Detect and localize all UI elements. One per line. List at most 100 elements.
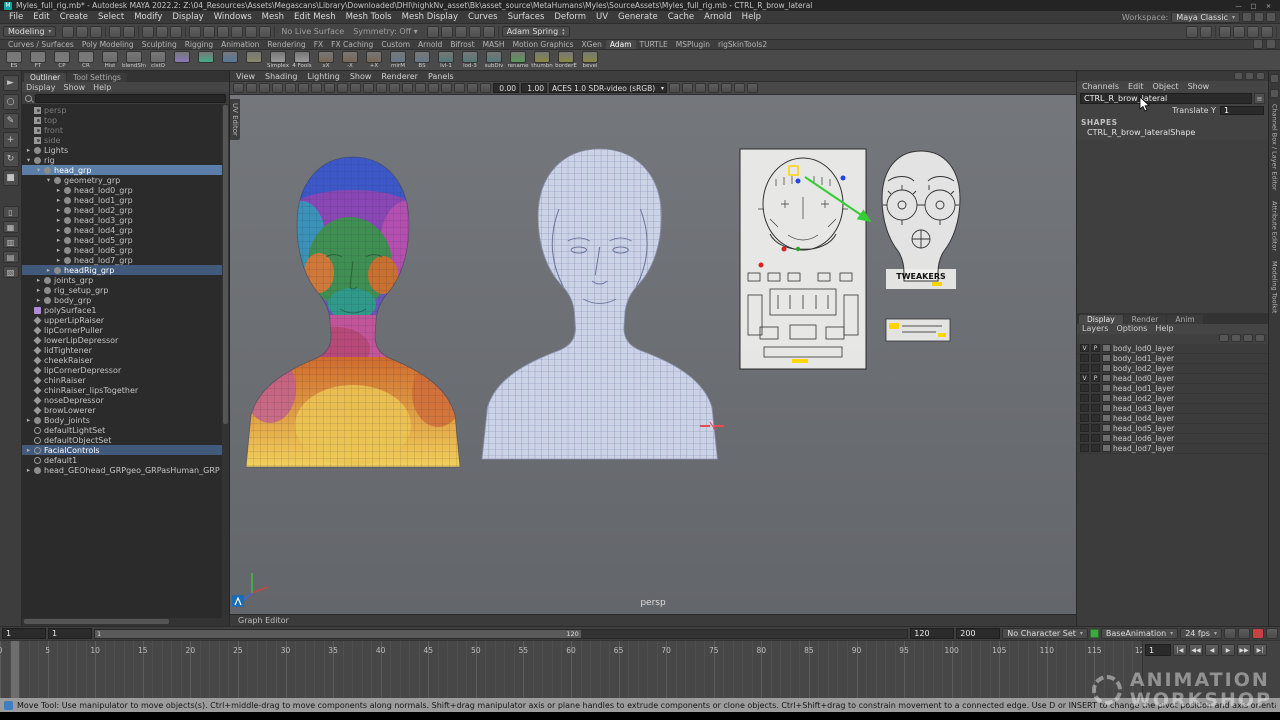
outliner-horizontal-scrollbar[interactable] bbox=[22, 618, 229, 626]
motion-blur-icon[interactable] bbox=[695, 83, 706, 93]
range-end-handle[interactable]: 120 bbox=[564, 630, 580, 638]
outliner-item-head-lod7-grp[interactable]: ▸head_lod7_grp bbox=[22, 255, 222, 265]
viewport-menu-lighting[interactable]: Lighting bbox=[307, 72, 339, 81]
menu-select[interactable]: Select bbox=[93, 12, 129, 22]
outliner-item-top[interactable]: top bbox=[22, 115, 222, 125]
shelf-item-bevel[interactable]: bevel bbox=[579, 51, 601, 69]
layer-color-swatch[interactable] bbox=[1102, 404, 1111, 412]
layer-visibility-toggle[interactable]: V bbox=[1080, 344, 1089, 352]
viewport-menu-view[interactable]: View bbox=[236, 72, 255, 81]
chevron-right-icon[interactable]: ▸ bbox=[24, 416, 33, 424]
layer-row-head-lod2-layer[interactable]: head_lod2_layer bbox=[1077, 394, 1268, 404]
layer-row-body-lod1-layer[interactable]: body_lod1_layer bbox=[1077, 354, 1268, 364]
menu-mesh-tools[interactable]: Mesh Tools bbox=[341, 12, 397, 22]
chevron-right-icon[interactable]: ▸ bbox=[24, 146, 33, 154]
workspace-menu-icon[interactable] bbox=[1266, 12, 1276, 22]
shelf-tab-rendering[interactable]: Rendering bbox=[263, 40, 309, 49]
playback-speed-icon[interactable] bbox=[1224, 628, 1236, 639]
scrollbar-thumb[interactable] bbox=[223, 105, 228, 424]
make-live-icon[interactable] bbox=[259, 26, 271, 38]
menu-mesh[interactable]: Mesh bbox=[257, 12, 289, 22]
grid-toggle-icon[interactable] bbox=[1186, 26, 1198, 38]
outliner-item-head-lod3-grp[interactable]: ▸head_lod3_grp bbox=[22, 215, 222, 225]
outliner-tree[interactable]: persptopfrontside▸Lights▾rig▾head_grp▾ge… bbox=[22, 104, 222, 618]
outliner-item-upperlipraiser[interactable]: upperLipRaiser bbox=[22, 315, 222, 325]
layer-visibility-toggle[interactable]: V bbox=[1080, 374, 1089, 382]
chevron-right-icon[interactable]: ▸ bbox=[24, 466, 33, 474]
shelf-item-icon[interactable] bbox=[171, 51, 193, 69]
paint-selection-tool[interactable]: ✎ bbox=[3, 113, 19, 129]
outliner-item-defaultobjectset[interactable]: defaultObjectSet bbox=[22, 435, 222, 445]
current-time-field[interactable]: 1 bbox=[1145, 644, 1171, 656]
layer-visibility-toggle[interactable] bbox=[1080, 404, 1089, 412]
fps-dropdown[interactable]: 24 fps▾ bbox=[1180, 628, 1222, 639]
layout-persp-outliner[interactable]: ▧ bbox=[3, 266, 19, 278]
snap-curve-icon[interactable] bbox=[203, 26, 215, 38]
chevron-down-icon[interactable]: ▾ bbox=[44, 176, 53, 184]
new-scene-icon[interactable] bbox=[62, 26, 74, 38]
menu-mesh-display[interactable]: Mesh Display bbox=[397, 12, 463, 22]
menu-display[interactable]: Display bbox=[167, 12, 208, 22]
select-hierarchy-icon[interactable] bbox=[142, 26, 154, 38]
chevron-right-icon[interactable]: ▸ bbox=[54, 246, 63, 254]
layer-playback-toggle[interactable] bbox=[1091, 444, 1100, 452]
outliner-item-lidtightener[interactable]: lidTightener bbox=[22, 345, 222, 355]
shelf-tab-custom[interactable]: Custom bbox=[377, 40, 414, 49]
lock-camera-icon[interactable] bbox=[246, 83, 257, 93]
shape-node-name[interactable]: CTRL_R_brow_lateralShape bbox=[1077, 127, 1268, 137]
character-set-dropdown[interactable]: No Character Set▾ bbox=[1002, 628, 1088, 639]
window-close-button[interactable]: × bbox=[1261, 1, 1276, 10]
shaded-icon[interactable] bbox=[454, 83, 465, 93]
animation-preferences-icon[interactable] bbox=[1266, 628, 1278, 639]
menu-modify[interactable]: Modify bbox=[129, 12, 167, 22]
channel-box-menu-icon[interactable]: ≡ bbox=[1254, 93, 1265, 104]
shelf-tab-sculpting[interactable]: Sculpting bbox=[138, 40, 181, 49]
shelf-tab-mash[interactable]: MASH bbox=[479, 40, 509, 49]
outliner-item-lowerlipdepressor[interactable]: lowerLipDepressor bbox=[22, 335, 222, 345]
render-frame-icon[interactable] bbox=[455, 26, 467, 38]
layer-row-head-lod3-layer[interactable]: head_lod3_layer bbox=[1077, 404, 1268, 414]
strip-collapse-icon[interactable] bbox=[1270, 89, 1279, 98]
outliner-item-polysurface1[interactable]: polySurface1 bbox=[22, 305, 222, 315]
chevron-right-icon[interactable]: ▸ bbox=[54, 206, 63, 214]
shelf-item-hist[interactable]: Hist bbox=[99, 51, 121, 69]
snap-grid-icon[interactable] bbox=[189, 26, 201, 38]
tool-settings-toggle-icon[interactable] bbox=[1247, 26, 1259, 38]
undo-icon[interactable] bbox=[109, 26, 121, 38]
layer-menu-help[interactable]: Help bbox=[1155, 324, 1173, 333]
textured-icon[interactable] bbox=[467, 83, 478, 93]
chevron-right-icon[interactable]: ▸ bbox=[34, 296, 43, 304]
chevron-right-icon[interactable]: ▸ bbox=[24, 446, 33, 454]
panel-tab-modeling-toolkit[interactable]: Modeling Toolkit bbox=[1271, 261, 1279, 313]
go-to-start-button[interactable]: |◀ bbox=[1173, 644, 1187, 656]
camera-attributes-icon[interactable] bbox=[259, 83, 270, 93]
graph-editor-bar[interactable]: Graph Editor bbox=[230, 614, 1076, 626]
gate-mask-icon[interactable] bbox=[363, 83, 374, 93]
layer-visibility-toggle[interactable] bbox=[1080, 444, 1089, 452]
menu-curves[interactable]: Curves bbox=[463, 12, 503, 22]
empty-layer-icon[interactable] bbox=[1243, 334, 1253, 342]
use-all-lights-icon[interactable] bbox=[480, 83, 491, 93]
chevron-down-icon[interactable]: ▾ bbox=[24, 156, 33, 164]
channel-box-menu-object[interactable]: Object bbox=[1153, 82, 1179, 91]
loop-continuous-icon[interactable] bbox=[1238, 628, 1250, 639]
viewport-3d-canvas[interactable]: TWEAKERS bbox=[230, 95, 1076, 614]
shelf-tab-animation[interactable]: Animation bbox=[217, 40, 263, 49]
layer-visibility-toggle[interactable] bbox=[1080, 424, 1089, 432]
viewport-menu-shading[interactable]: Shading bbox=[265, 72, 298, 81]
range-slider-track[interactable]: 1 120 bbox=[94, 629, 908, 639]
film-gate-icon[interactable] bbox=[337, 83, 348, 93]
outliner-menu-show[interactable]: Show bbox=[64, 83, 86, 92]
character-picker[interactable]: Adam Spring ▴▾ bbox=[502, 26, 570, 37]
outliner-item-lipcornerdepressor[interactable]: lipCornerDepressor bbox=[22, 365, 222, 375]
chevron-right-icon[interactable]: ▸ bbox=[34, 276, 43, 284]
shelf-tab-bifrost[interactable]: Bifrost bbox=[446, 40, 478, 49]
layer-color-swatch[interactable] bbox=[1102, 394, 1111, 402]
chevron-right-icon[interactable]: ▸ bbox=[54, 216, 63, 224]
ssao-icon[interactable] bbox=[682, 83, 693, 93]
symmetry-dropdown[interactable]: Symmetry: Off ▾ bbox=[350, 27, 421, 36]
shelf-item-thumbn[interactable]: thumbn bbox=[531, 51, 553, 69]
outliner-item-default1[interactable]: default1 bbox=[22, 455, 222, 465]
shelf-tab-motion-graphics[interactable]: Motion Graphics bbox=[509, 40, 578, 49]
outliner-item-body-grp[interactable]: ▸body_grp bbox=[22, 295, 222, 305]
